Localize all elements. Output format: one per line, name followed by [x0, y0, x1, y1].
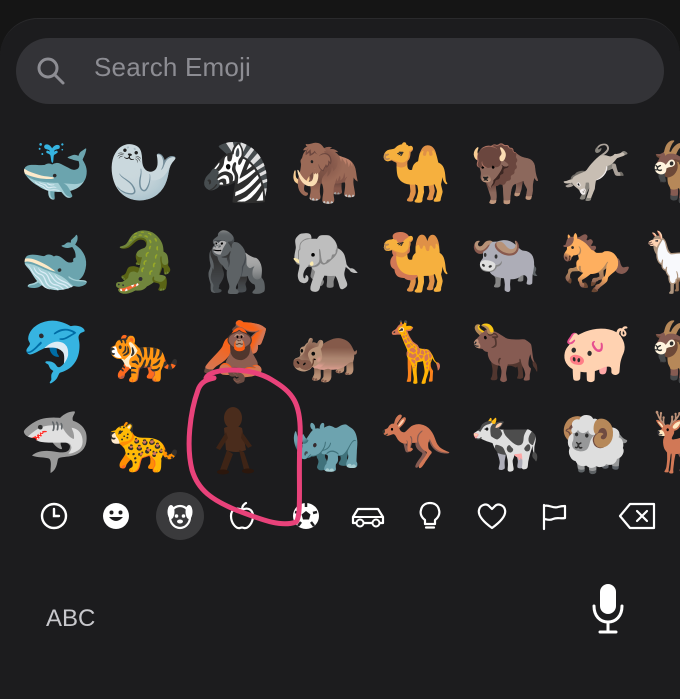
emoji-cell[interactable]: 🦏: [282, 398, 370, 486]
delete-button[interactable]: [612, 492, 664, 540]
category-travel[interactable]: [344, 492, 392, 540]
emoji-cell[interactable]: 🦙: [642, 218, 680, 306]
emoji-cell[interactable]: 🐋: [12, 218, 100, 306]
animal-icon: [167, 504, 193, 530]
car-icon: [351, 507, 385, 528]
category-recent[interactable]: [30, 492, 78, 540]
emoji-cell[interactable]: 🐘: [282, 218, 370, 306]
emoji-cell[interactable]: 🦭: [100, 128, 188, 216]
emoji-cell[interactable]: 🦍: [192, 218, 280, 306]
lightbulb-icon: [419, 501, 441, 529]
clock-icon: [40, 502, 68, 530]
category-objects[interactable]: [406, 492, 454, 540]
soccer-ball-icon: [293, 503, 319, 529]
emoji-cell[interactable]: 🦒: [372, 308, 460, 396]
emoji-cell[interactable]: 🐆: [100, 398, 188, 486]
delete-icon: [618, 502, 656, 530]
category-animals[interactable]: [156, 492, 204, 540]
smiley-icon: [103, 503, 129, 529]
category-symbols[interactable]: [468, 492, 516, 540]
emoji-cell[interactable]: 🐐: [642, 308, 680, 396]
emoji-cell[interactable]: 🦘: [372, 398, 460, 486]
category-food[interactable]: [218, 492, 266, 540]
emoji-cell[interactable]: 🐬: [12, 308, 100, 396]
emoji-cell[interactable]: 🐪: [372, 128, 460, 216]
emoji-cell[interactable]: 🦓: [192, 128, 280, 216]
emoji-cell[interactable]: 🐂: [462, 308, 550, 396]
emoji-cell[interactable]: 🦌: [642, 398, 680, 486]
emoji-cell[interactable]: 🐅: [100, 308, 188, 396]
emoji-cell[interactable]: 🦬: [462, 128, 550, 216]
search-bar[interactable]: Search Emoji: [16, 38, 664, 104]
emoji-cell[interactable]: 🐃: [462, 218, 550, 306]
hairy-creature-emoji[interactable]: [196, 400, 270, 480]
emoji-cell[interactable]: 🐫: [372, 218, 460, 306]
apple-icon: [229, 501, 255, 530]
emoji-cell[interactable]: 🐎: [552, 218, 640, 306]
search-placeholder: Search Emoji: [94, 52, 252, 82]
category-activity[interactable]: [282, 492, 330, 540]
flag-icon: [542, 503, 567, 531]
emoji-cell[interactable]: 🐖: [552, 308, 640, 396]
category-flags[interactable]: [530, 492, 578, 540]
emoji-cell[interactable]: 🫏: [552, 128, 640, 216]
emoji-cell[interactable]: 🐏: [552, 398, 640, 486]
emoji-cell[interactable]: 🐐: [642, 128, 680, 216]
emoji-cell[interactable]: 🦛: [282, 308, 370, 396]
category-smileys[interactable]: [92, 492, 140, 540]
search-icon: [37, 57, 65, 85]
emoji-cell[interactable]: 🦧: [192, 308, 280, 396]
emoji-cell[interactable]: 🦣: [282, 128, 370, 216]
microphone-icon[interactable]: [590, 582, 626, 634]
emoji-cell[interactable]: 🐄: [462, 398, 550, 486]
abc-keyboard-button[interactable]: ABC: [46, 605, 95, 633]
emoji-cell[interactable]: 🐊: [100, 218, 188, 306]
heart-icon: [477, 503, 507, 530]
emoji-cell[interactable]: 🐳: [12, 128, 100, 216]
emoji-cell[interactable]: 🦈: [12, 398, 100, 486]
